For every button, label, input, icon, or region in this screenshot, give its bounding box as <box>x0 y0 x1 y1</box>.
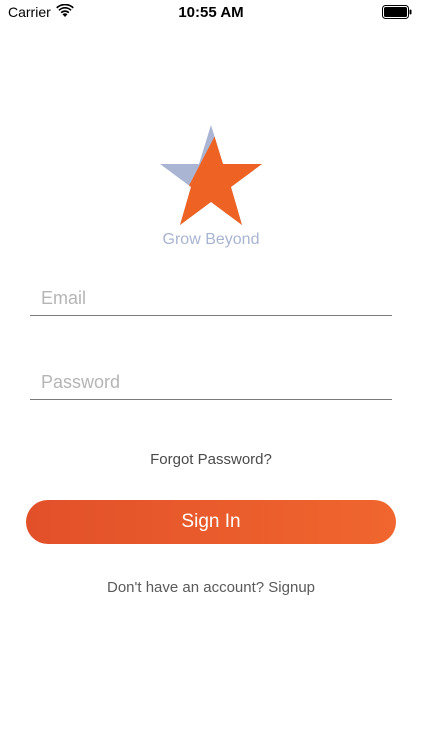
signup-link[interactable]: Don't have an account? Signup <box>0 579 422 596</box>
sign-in-button[interactable]: Sign In <box>26 500 396 544</box>
brand-name: Grow Beyond <box>162 231 260 248</box>
email-field-container <box>30 271 392 316</box>
battery-icon <box>382 5 412 19</box>
password-field-container <box>30 355 392 400</box>
status-bar: Carrier 10:55 AM <box>0 0 422 24</box>
star-logo-icon <box>160 125 262 225</box>
clock: 10:55 AM <box>178 4 244 21</box>
password-field[interactable] <box>30 372 381 393</box>
email-field[interactable] <box>30 288 381 309</box>
forgot-password-link[interactable]: Forgot Password? <box>0 451 422 468</box>
